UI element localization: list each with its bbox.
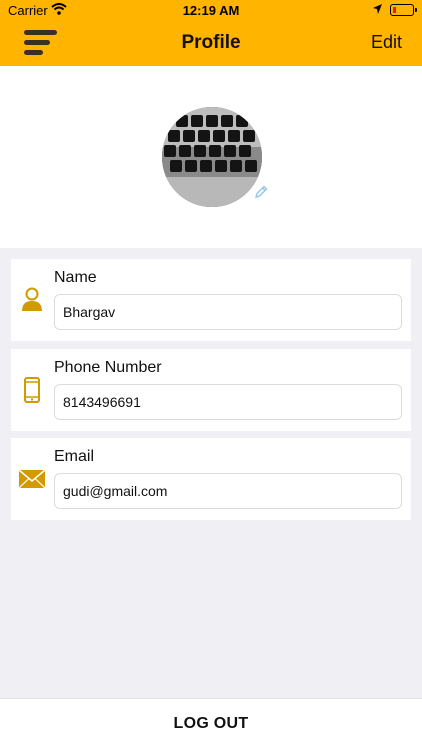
envelope-icon	[18, 466, 46, 492]
name-card: Name Bhargav	[11, 259, 411, 341]
page-title: Profile	[181, 32, 241, 53]
phone-card: Phone Number 8143496691	[11, 349, 411, 431]
logout-button[interactable]: LOG OUT	[0, 715, 422, 733]
avatar-section	[0, 66, 422, 248]
edit-button[interactable]: Edit	[371, 32, 402, 53]
name-label: Name	[54, 269, 97, 286]
location-icon	[372, 3, 383, 18]
battery-icon	[390, 4, 417, 16]
clock: 12:19 AM	[182, 3, 240, 18]
person-icon	[19, 287, 45, 313]
logout-bar: LOG OUT	[0, 698, 422, 750]
email-card: Email gudi@gmail.com	[11, 438, 411, 520]
pencil-icon[interactable]	[253, 184, 269, 205]
avatar[interactable]	[162, 107, 262, 207]
name-field[interactable]: Bhargav	[54, 294, 402, 330]
phone-label: Phone Number	[54, 359, 162, 376]
navigation-bar: Profile Edit	[0, 20, 422, 66]
status-bar: Carrier 12:19 AM	[0, 0, 422, 20]
phone-field[interactable]: 8143496691	[54, 384, 402, 420]
email-field[interactable]: gudi@gmail.com	[54, 473, 402, 509]
email-label: Email	[54, 448, 95, 465]
phone-icon	[19, 377, 45, 403]
